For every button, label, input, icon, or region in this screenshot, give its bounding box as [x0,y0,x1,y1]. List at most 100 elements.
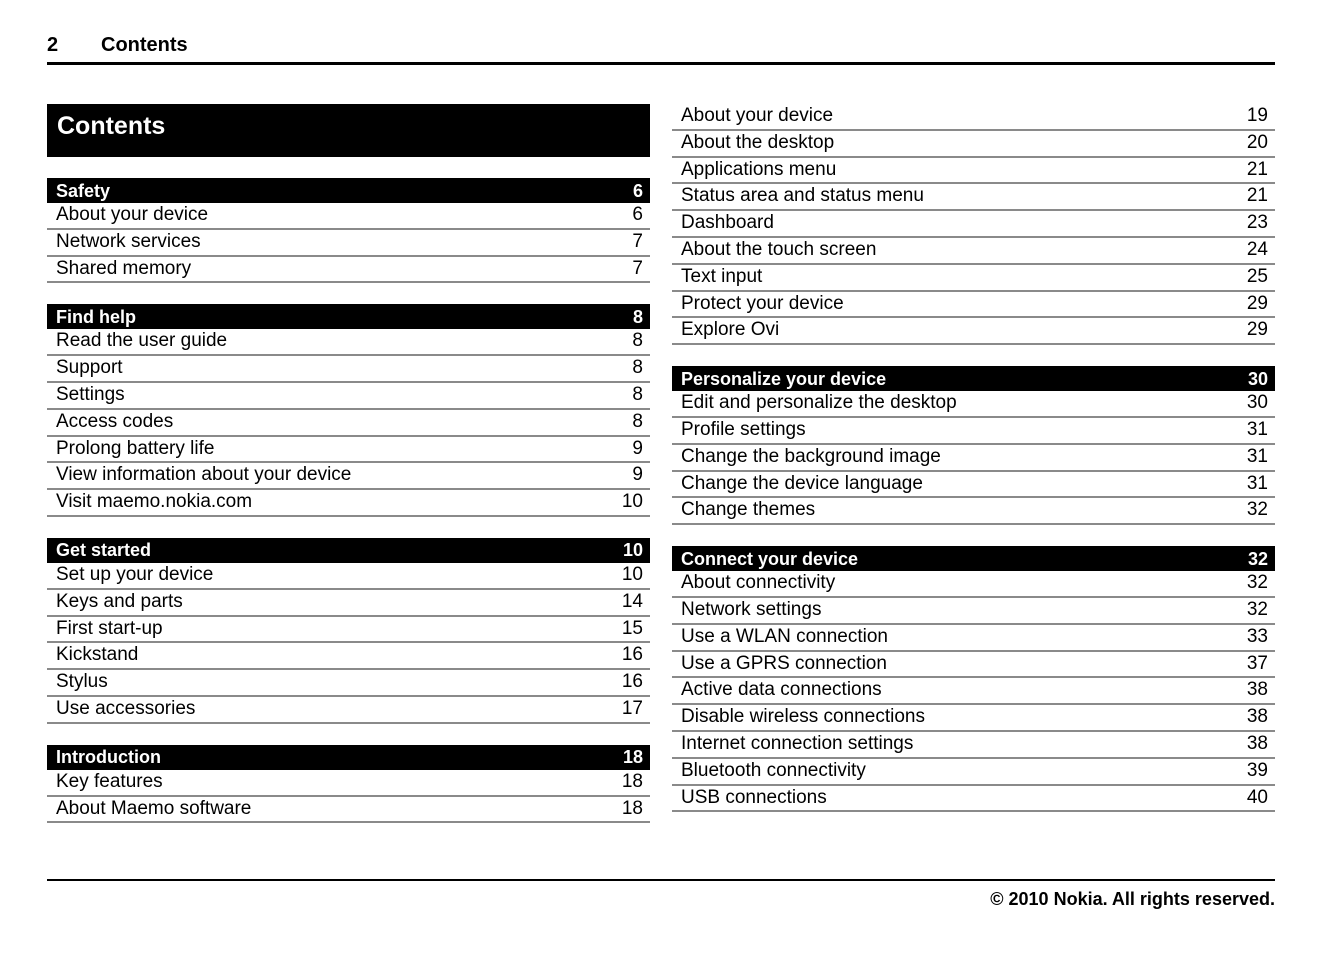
toc-entry-label: About your device [681,105,834,126]
toc-entry[interactable]: Set up your device 10 [47,563,650,590]
toc-entry-label: Prolong battery life [56,437,215,459]
toc-entry-label: Internet connection settings [681,732,914,754]
toc-entry-page: 20 [1246,131,1268,153]
toc-entry[interactable]: Profile settings 31 [672,418,1275,445]
toc-entry[interactable]: Kickstand 16 [47,643,650,671]
toc-entry-page: 16 [621,671,643,693]
toc-entry[interactable]: Network services 7 [47,230,650,257]
toc-entry-label: Profile settings [681,418,806,440]
toc-entry-page: 31 [1246,445,1268,467]
toc-entry[interactable]: Disable wireless connections 38 [672,705,1275,732]
toc-entry[interactable]: Applications menu 21 [672,158,1275,185]
toc-entry-label: Active data connections [681,679,882,701]
toc-entry-page: 10 [621,491,643,513]
toc-entry-page: 38 [1246,679,1268,701]
toc-entry-label: Change themes [681,499,816,521]
toc-section-header-label: Get started [56,540,152,561]
toc-entry[interactable]: Key features 18 [47,770,650,797]
footer-copyright: © 2010 Nokia. All rights reserved. [990,889,1275,909]
toc-section-header[interactable]: Get started 10 [47,537,650,563]
toc-entry[interactable]: USB connections 40 [672,786,1275,813]
toc-entry[interactable]: Change the device language 31 [672,472,1275,499]
toc-entry[interactable]: Use a GPRS connection 37 [672,652,1275,679]
toc-entry-page: 40 [1246,786,1268,808]
toc-section-group: Get started 10 Set up your device 10 Keys an… [47,537,650,724]
toc-entry[interactable]: Explore Ovi 29 [672,318,1275,346]
toc-entry-label: First start-up [56,617,163,639]
toc-entry-label: Network services [56,230,201,252]
toc-entry[interactable]: Settings 8 [47,383,650,410]
toc-section-header[interactable]: Personalize your device 30 [672,366,1275,392]
toc-entry[interactable]: Use a WLAN connection 33 [672,625,1275,652]
toc-section-header-page: 18 [622,747,643,768]
toc-entry[interactable]: Prolong battery life 9 [47,437,650,464]
toc-entry[interactable]: Stylus 16 [47,670,650,697]
toc-entry[interactable]: Access codes 8 [47,410,650,437]
toc-entry-label: Applications menu [681,158,837,180]
toc-title-block: Contents [47,104,650,157]
toc-entry-label: About connectivity [681,572,836,594]
toc-entry-label: About your device [56,204,209,225]
toc-entry-page: 14 [621,590,643,612]
toc-entry-label: Use a GPRS connection [681,652,887,674]
footer-rule [47,879,1275,881]
toc-entry-page: 8 [632,410,643,432]
running-header-title: Contents [101,34,188,56]
toc-entry[interactable]: Dashboard 23 [672,211,1275,238]
toc-entry[interactable]: Support 8 [47,356,650,383]
header-rule [47,62,1275,65]
toc-entry[interactable]: About the touch screen 24 [672,238,1275,265]
toc-section-header[interactable]: Find help 8 [47,304,650,330]
toc-section-header-page: 30 [1247,368,1268,389]
toc-entry[interactable]: Protect your device 29 [672,292,1275,319]
toc-entry-label: Network settings [681,598,822,620]
toc-entry-page: 8 [632,383,643,405]
toc-entry-label: Support [56,357,123,379]
toc-entry-page: 33 [1246,625,1268,647]
toc-entry[interactable]: Internet connection settings 38 [672,732,1275,759]
toc-entry[interactable]: About the desktop 20 [672,131,1275,158]
toc-entry-label: Settings [56,383,125,405]
toc-entry-page: 31 [1246,472,1268,494]
toc-right-column: About your device 19 About the desktop 20 Ap… [672,104,1275,823]
toc-entry-label: About the desktop [681,131,835,153]
toc-entry[interactable]: Network settings 32 [672,598,1275,625]
toc-section-header[interactable]: Safety 6 [47,178,650,203]
toc-entry[interactable]: About your device 19 [672,104,1275,131]
toc-entry-page: 29 [1246,292,1268,314]
toc-entry[interactable]: Status area and status menu 21 [672,184,1275,212]
toc-entry[interactable]: Active data connections 38 [672,678,1275,706]
toc-entry-page: 18 [621,770,643,792]
toc-entry[interactable]: About your device 6 [47,203,650,230]
running-header-page-number: 2 [47,34,59,56]
toc-section-group: Introduction 18 Key features 18 About Maemo … [47,744,650,824]
toc-entry-label: Change the background image [681,445,941,467]
toc-section-header[interactable]: Introduction 18 [47,744,650,770]
toc-section-header-page: 6 [632,180,643,201]
toc-entry-label: Use accessories [56,697,196,719]
toc-entry-page: 37 [1246,652,1268,674]
toc-entry[interactable]: Edit and personalize the desktop 30 [672,391,1275,418]
toc-entry[interactable]: Visit maemo.nokia.com 10 [47,490,650,517]
toc-entry[interactable]: Change the background image 31 [672,445,1275,472]
toc-entry-page: 38 [1246,706,1268,728]
toc-entry-label: Edit and personalize the desktop [681,392,957,414]
toc-columns: Contents Safety 6 About your device 6 Networ… [47,104,1275,824]
toc-entry[interactable]: Read the user guide 8 [47,329,650,357]
toc-entry[interactable]: Shared memory 7 [47,257,650,284]
toc-entry[interactable]: First start-up 15 [47,617,650,644]
toc-entry-label: Keys and parts [56,590,183,612]
toc-entry[interactable]: Keys and parts 14 [47,590,650,617]
toc-entry[interactable]: About connectivity 32 [672,571,1275,598]
toc-entry-page: 10 [621,563,643,585]
toc-entry[interactable]: Use accessories 17 [47,697,650,724]
toc-section-header-label: Safety [56,180,111,201]
toc-entry-page: 24 [1246,238,1268,260]
toc-entry[interactable]: View information about your device 9 [47,463,650,491]
toc-entry[interactable]: Bluetooth connectivity 39 [672,759,1275,786]
toc-entry[interactable]: Text input 25 [672,265,1275,292]
toc-section-header[interactable]: Connect your device 32 [672,546,1275,572]
toc-entry[interactable]: About Maemo software 18 [47,797,650,824]
toc-entry[interactable]: Change themes 32 [672,498,1275,526]
toc-entry-page: 18 [621,797,643,819]
